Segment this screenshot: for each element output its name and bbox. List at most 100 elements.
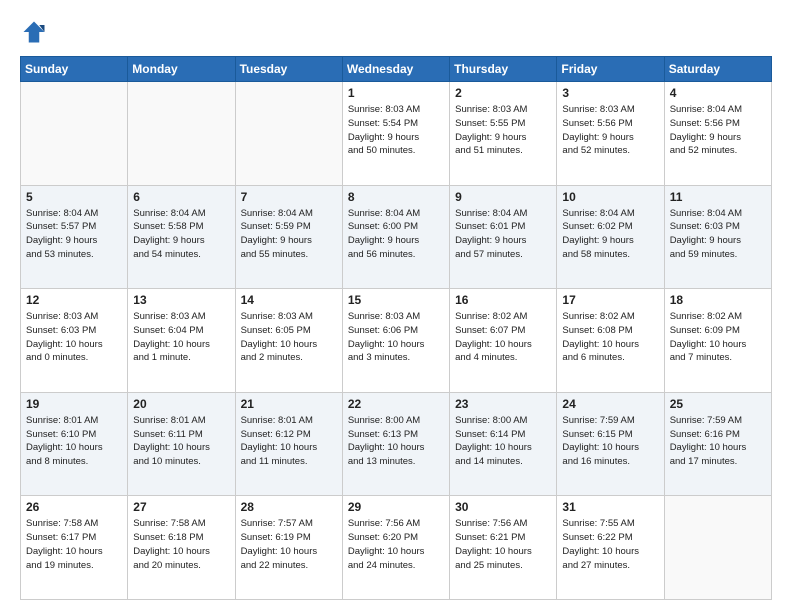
calendar-cell: 5Sunrise: 8:04 AM Sunset: 5:57 PM Daylig… <box>21 185 128 289</box>
day-info: Sunrise: 8:03 AM Sunset: 6:06 PM Dayligh… <box>348 310 444 365</box>
day-info: Sunrise: 8:04 AM Sunset: 5:59 PM Dayligh… <box>241 207 337 262</box>
day-number: 25 <box>670 397 766 411</box>
calendar-week-row: 19 Sunrise: 8:01 AM Sunset: 6:10 PM Dayli… <box>21 392 772 496</box>
day-info: Sunrise: 8:03 AM Sunset: 5:56 PM Dayligh… <box>562 103 658 158</box>
calendar-cell: 10 Sunrise: 8:04 AM Sunset: 6:02 PM Dayli… <box>557 185 664 289</box>
weekday-header-thursday: Thursday <box>450 57 557 82</box>
day-info: Sunrise: 7:57 AM Sunset: 6:19 PM Dayligh… <box>241 517 337 572</box>
day-info: Sunrise: 8:01 AM Sunset: 6:12 PM Dayligh… <box>241 414 337 469</box>
calendar-cell: 20 Sunrise: 8:01 AM Sunset: 6:11 PM Dayli… <box>128 392 235 496</box>
calendar-cell: 1 Sunrise: 8:03 AM Sunset: 5:54 PM Daylig… <box>342 82 449 186</box>
calendar-cell: 29 Sunrise: 7:56 AM Sunset: 6:20 PM Dayli… <box>342 496 449 600</box>
day-info: Sunrise: 8:04 AM Sunset: 6:02 PM Dayligh… <box>562 207 658 262</box>
day-info: Sunrise: 8:04 AM Sunset: 5:58 PM Dayligh… <box>133 207 229 262</box>
calendar-cell: 23 Sunrise: 8:00 AM Sunset: 6:14 PM Dayli… <box>450 392 557 496</box>
day-info: Sunrise: 8:02 AM Sunset: 6:08 PM Dayligh… <box>562 310 658 365</box>
day-info: Sunrise: 7:59 AM Sunset: 6:16 PM Dayligh… <box>670 414 766 469</box>
day-number: 10 <box>562 190 658 204</box>
day-number: 29 <box>348 500 444 514</box>
day-number: 1 <box>348 86 444 100</box>
calendar-cell: 31Sunrise: 7:55 AM Sunset: 6:22 PM Dayli… <box>557 496 664 600</box>
day-number: 14 <box>241 293 337 307</box>
day-number: 30 <box>455 500 551 514</box>
calendar-cell: 30 Sunrise: 7:56 AM Sunset: 6:21 PM Dayli… <box>450 496 557 600</box>
calendar-cell: 8 Sunrise: 8:04 AM Sunset: 6:00 PM Daylig… <box>342 185 449 289</box>
day-number: 23 <box>455 397 551 411</box>
weekday-header-saturday: Saturday <box>664 57 771 82</box>
calendar-cell <box>21 82 128 186</box>
calendar-cell: 18 Sunrise: 8:02 AM Sunset: 6:09 PM Dayli… <box>664 289 771 393</box>
day-number: 18 <box>670 293 766 307</box>
calendar-cell <box>128 82 235 186</box>
header <box>20 18 772 46</box>
day-number: 22 <box>348 397 444 411</box>
day-info: Sunrise: 8:02 AM Sunset: 6:07 PM Dayligh… <box>455 310 551 365</box>
day-info: Sunrise: 8:04 AM Sunset: 5:57 PM Dayligh… <box>26 207 122 262</box>
day-info: Sunrise: 8:00 AM Sunset: 6:13 PM Dayligh… <box>348 414 444 469</box>
day-info: Sunrise: 8:03 AM Sunset: 5:55 PM Dayligh… <box>455 103 551 158</box>
day-number: 31 <box>562 500 658 514</box>
calendar-cell: 15 Sunrise: 8:03 AM Sunset: 6:06 PM Dayli… <box>342 289 449 393</box>
day-info: Sunrise: 8:04 AM Sunset: 6:00 PM Dayligh… <box>348 207 444 262</box>
day-number: 11 <box>670 190 766 204</box>
day-number: 15 <box>348 293 444 307</box>
calendar-cell: 26 Sunrise: 7:58 AM Sunset: 6:17 PM Dayli… <box>21 496 128 600</box>
calendar-week-row: 12 Sunrise: 8:03 AM Sunset: 6:03 PM Dayli… <box>21 289 772 393</box>
calendar-cell: 3 Sunrise: 8:03 AM Sunset: 5:56 PM Daylig… <box>557 82 664 186</box>
day-number: 20 <box>133 397 229 411</box>
calendar-cell: 4 Sunrise: 8:04 AM Sunset: 5:56 PM Daylig… <box>664 82 771 186</box>
day-info: Sunrise: 8:00 AM Sunset: 6:14 PM Dayligh… <box>455 414 551 469</box>
calendar-week-row: 5Sunrise: 8:04 AM Sunset: 5:57 PM Daylig… <box>21 185 772 289</box>
day-info: Sunrise: 7:56 AM Sunset: 6:21 PM Dayligh… <box>455 517 551 572</box>
calendar-cell: 28 Sunrise: 7:57 AM Sunset: 6:19 PM Dayli… <box>235 496 342 600</box>
logo-icon <box>20 18 48 46</box>
day-number: 6 <box>133 190 229 204</box>
calendar-table: SundayMondayTuesdayWednesdayThursdayFrid… <box>20 56 772 600</box>
calendar-cell: 25 Sunrise: 7:59 AM Sunset: 6:16 PM Dayli… <box>664 392 771 496</box>
calendar-cell: 16 Sunrise: 8:02 AM Sunset: 6:07 PM Dayli… <box>450 289 557 393</box>
calendar-cell <box>235 82 342 186</box>
day-info: Sunrise: 8:03 AM Sunset: 6:03 PM Dayligh… <box>26 310 122 365</box>
calendar-cell: 27 Sunrise: 7:58 AM Sunset: 6:18 PM Dayli… <box>128 496 235 600</box>
day-info: Sunrise: 8:04 AM Sunset: 6:01 PM Dayligh… <box>455 207 551 262</box>
day-number: 17 <box>562 293 658 307</box>
calendar-week-row: 1 Sunrise: 8:03 AM Sunset: 5:54 PM Daylig… <box>21 82 772 186</box>
weekday-header-monday: Monday <box>128 57 235 82</box>
day-number: 12 <box>26 293 122 307</box>
day-number: 21 <box>241 397 337 411</box>
day-number: 16 <box>455 293 551 307</box>
calendar-cell: 17 Sunrise: 8:02 AM Sunset: 6:08 PM Dayli… <box>557 289 664 393</box>
calendar-cell: 21 Sunrise: 8:01 AM Sunset: 6:12 PM Dayli… <box>235 392 342 496</box>
day-number: 19 <box>26 397 122 411</box>
calendar-header-row: SundayMondayTuesdayWednesdayThursdayFrid… <box>21 57 772 82</box>
calendar-cell: 22 Sunrise: 8:00 AM Sunset: 6:13 PM Dayli… <box>342 392 449 496</box>
day-info: Sunrise: 8:01 AM Sunset: 6:10 PM Dayligh… <box>26 414 122 469</box>
weekday-header-wednesday: Wednesday <box>342 57 449 82</box>
day-info: Sunrise: 8:03 AM Sunset: 6:04 PM Dayligh… <box>133 310 229 365</box>
day-info: Sunrise: 8:01 AM Sunset: 6:11 PM Dayligh… <box>133 414 229 469</box>
day-number: 9 <box>455 190 551 204</box>
day-number: 8 <box>348 190 444 204</box>
calendar-cell: 13 Sunrise: 8:03 AM Sunset: 6:04 PM Dayli… <box>128 289 235 393</box>
day-number: 27 <box>133 500 229 514</box>
day-info: Sunrise: 7:58 AM Sunset: 6:18 PM Dayligh… <box>133 517 229 572</box>
day-number: 4 <box>670 86 766 100</box>
calendar-cell: 19 Sunrise: 8:01 AM Sunset: 6:10 PM Dayli… <box>21 392 128 496</box>
day-info: Sunrise: 7:59 AM Sunset: 6:15 PM Dayligh… <box>562 414 658 469</box>
day-number: 13 <box>133 293 229 307</box>
day-info: Sunrise: 7:56 AM Sunset: 6:20 PM Dayligh… <box>348 517 444 572</box>
day-info: Sunrise: 8:02 AM Sunset: 6:09 PM Dayligh… <box>670 310 766 365</box>
day-number: 3 <box>562 86 658 100</box>
day-number: 26 <box>26 500 122 514</box>
day-info: Sunrise: 7:58 AM Sunset: 6:17 PM Dayligh… <box>26 517 122 572</box>
calendar-cell: 24Sunrise: 7:59 AM Sunset: 6:15 PM Dayli… <box>557 392 664 496</box>
day-number: 28 <box>241 500 337 514</box>
logo <box>20 18 52 46</box>
day-info: Sunrise: 8:04 AM Sunset: 5:56 PM Dayligh… <box>670 103 766 158</box>
day-info: Sunrise: 8:03 AM Sunset: 5:54 PM Dayligh… <box>348 103 444 158</box>
day-number: 7 <box>241 190 337 204</box>
weekday-header-sunday: Sunday <box>21 57 128 82</box>
calendar-cell <box>664 496 771 600</box>
weekday-header-friday: Friday <box>557 57 664 82</box>
calendar-cell: 11Sunrise: 8:04 AM Sunset: 6:03 PM Dayli… <box>664 185 771 289</box>
